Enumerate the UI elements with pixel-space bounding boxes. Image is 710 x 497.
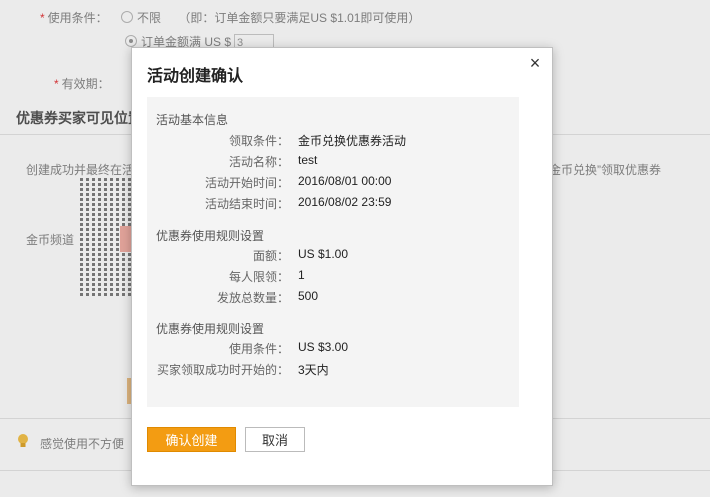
row-value: test [298, 153, 318, 167]
row-value: 500 [298, 289, 319, 303]
row-value: 1 [298, 268, 305, 282]
info-row: 活动名称： test [147, 153, 519, 171]
row-label: 买家领取成功时开始的： [156, 363, 289, 377]
cancel-button[interactable]: 取消 [245, 427, 305, 452]
info-row: 使用条件： US $3.00 [147, 340, 519, 358]
confirm-dialog: 活动创建确认 × 活动基本信息 领取条件： 金币兑换优惠券活动 活动名称： test… [131, 47, 553, 486]
rules-title: 优惠券使用规则设置 [156, 322, 265, 336]
info-row: 每人限领： 1 [147, 268, 519, 286]
row-value: 2016/08/01 00:00 [298, 174, 392, 188]
summary-panel: 活动基本信息 领取条件： 金币兑换优惠券活动 活动名称： test 活动开始时间： 2… [147, 97, 519, 407]
info-row: 发放总数量： 500 [147, 289, 519, 307]
row-value: US $3.00 [298, 340, 349, 354]
info-row: 领取条件： 金币兑换优惠券活动 [147, 132, 519, 150]
row-value: 3天内 [298, 363, 329, 377]
row-label: 活动结束时间： [204, 197, 289, 211]
rules-title: 优惠券使用规则设置 [156, 229, 265, 243]
info-row: 买家领取成功时开始的： 3天内 [147, 361, 519, 379]
dialog-title: 活动创建确认 [147, 68, 244, 85]
row-label: 活动开始时间： [204, 176, 289, 190]
info-row: 面额： US $1.00 [147, 247, 519, 265]
row-value: 金币兑换优惠券活动 [298, 134, 407, 148]
info-row: 活动开始时间： 2016/08/01 00:00 [147, 174, 519, 192]
row-label: 活动名称： [228, 155, 289, 169]
row-value: US $1.00 [298, 247, 349, 261]
row-label: 每人限领： [228, 270, 289, 284]
row-value: 2016/08/02 23:59 [298, 195, 392, 209]
row-label: 面额： [252, 249, 289, 263]
info-row: 活动结束时间： 2016/08/02 23:59 [147, 195, 519, 213]
close-icon[interactable]: × [526, 54, 544, 72]
confirm-create-button[interactable]: 确认创建 [147, 427, 236, 452]
row-label: 发放总数量： [216, 291, 289, 305]
row-label: 使用条件： [228, 342, 289, 356]
row-label: 领取条件： [228, 134, 289, 148]
basic-info-title: 活动基本信息 [156, 113, 229, 127]
